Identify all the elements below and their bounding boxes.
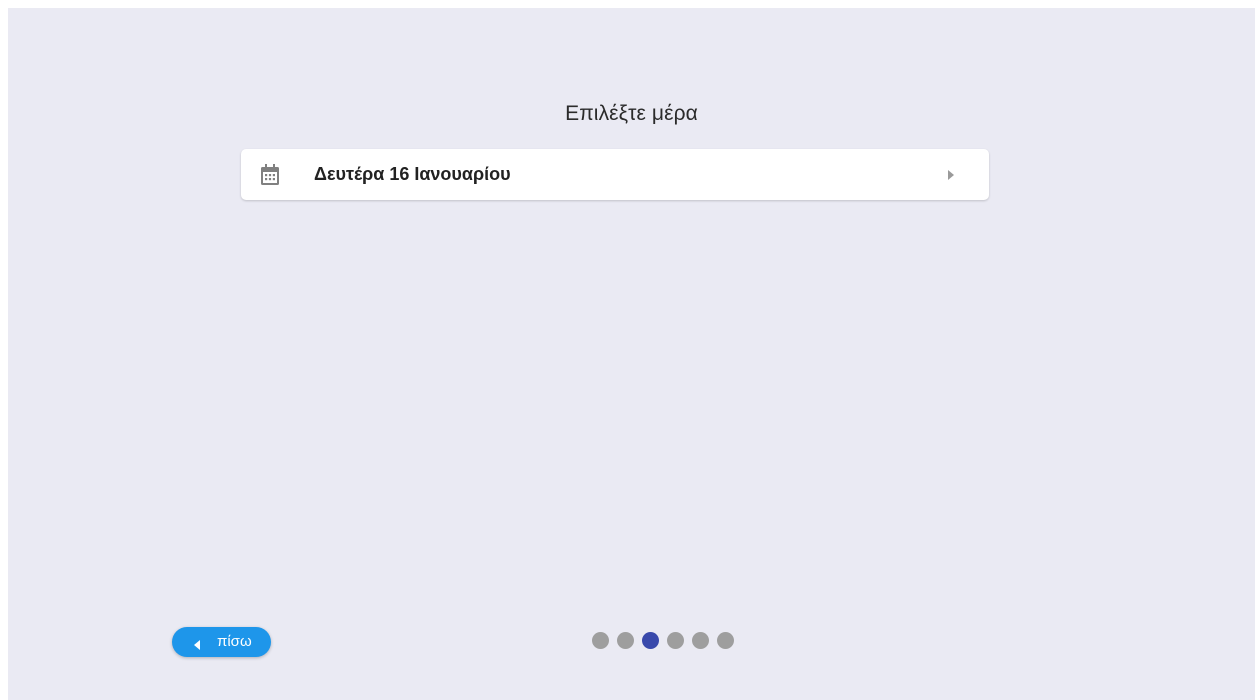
step-dot-active [642, 632, 659, 649]
step-dot [692, 632, 709, 649]
step-dot [617, 632, 634, 649]
day-option-label: Δευτέρα 16 Ιανουαρίου [314, 164, 511, 184]
calendar-icon [260, 164, 280, 186]
back-button-label: πίσω [217, 633, 252, 650]
app-container: Επιλέξτε μέρα Δευτέρα 16 Ιανουαρίου πίσω [8, 8, 1255, 700]
chevron-right-icon [947, 168, 955, 180]
step-dot [592, 632, 609, 649]
step-indicator [592, 632, 734, 650]
page-title: Επιλέξτε μέρα [565, 102, 698, 125]
step-dot [717, 632, 734, 649]
step-dot [667, 632, 684, 649]
day-option-monday-16-january[interactable]: Δευτέρα 16 Ιανουαρίου [241, 149, 989, 200]
back-button[interactable]: πίσω [172, 627, 271, 657]
chevron-left-icon [194, 637, 200, 650]
